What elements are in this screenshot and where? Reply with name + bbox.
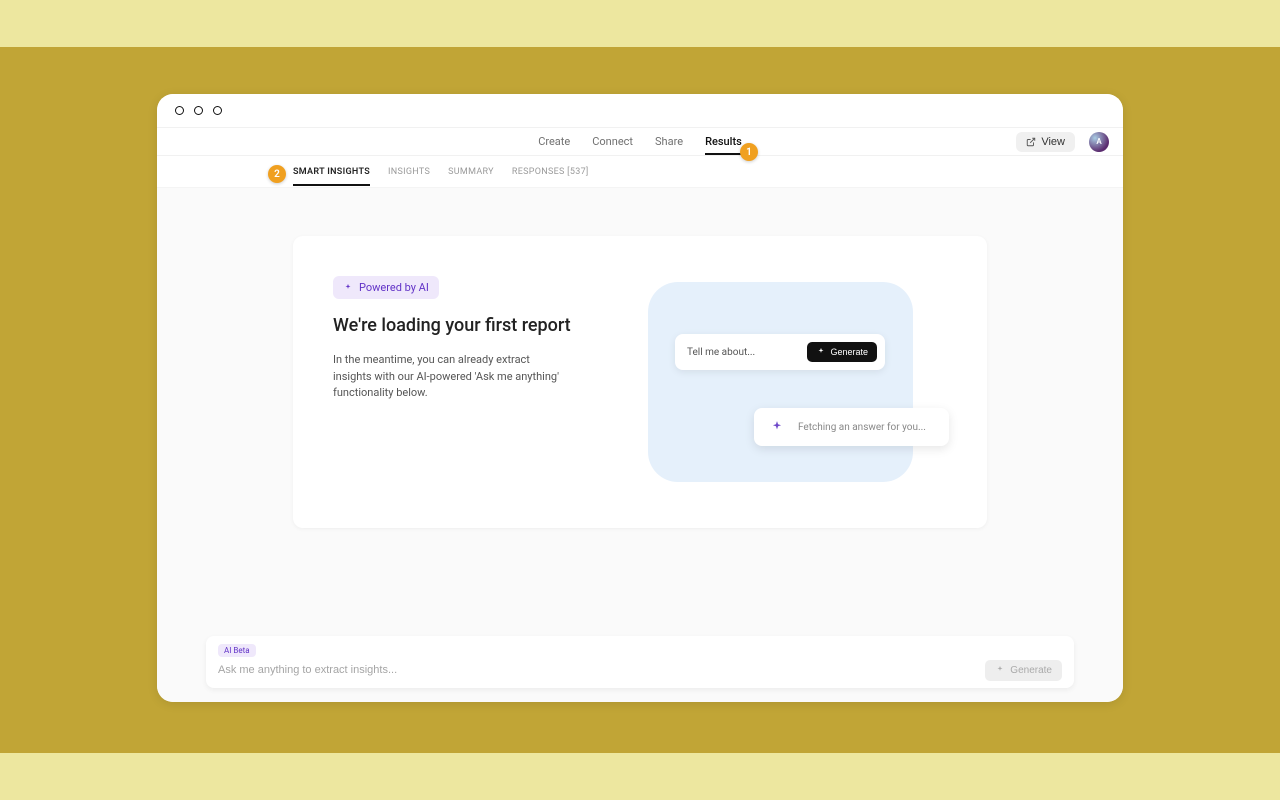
sub-nav: SMART INSIGHTS INSIGHTS SUMMARY RESPONSE… [157, 156, 1123, 188]
external-link-icon [1026, 137, 1036, 147]
illustration-generate-label: Generate [830, 347, 868, 357]
subtab-insights[interactable]: INSIGHTS [388, 159, 430, 185]
window-controls [175, 106, 222, 115]
window-control-max[interactable] [213, 106, 222, 115]
subtab-smart-insights[interactable]: SMART INSIGHTS [293, 159, 370, 185]
sparkle-icon [770, 420, 784, 434]
avatar[interactable]: A [1089, 132, 1109, 152]
top-nav: Create Connect Share Results View A [157, 127, 1123, 156]
avatar-letter: A [1096, 137, 1101, 146]
sparkle-icon [816, 347, 826, 357]
illustration-generate-button[interactable]: Generate [807, 342, 877, 362]
sparkle-icon [343, 283, 353, 293]
illustration-bg [648, 282, 913, 482]
illustration-prompt-text: Tell me about... [687, 347, 797, 358]
illustration-fetching-text: Fetching an answer for you... [798, 422, 926, 433]
card-title: We're loading your first report [333, 315, 613, 336]
view-button[interactable]: View [1016, 132, 1075, 152]
card-body: In the meantime, you can already extract… [333, 352, 563, 402]
generate-button-label: Generate [1010, 665, 1052, 676]
sparkle-icon [995, 665, 1005, 675]
ask-input[interactable] [218, 664, 985, 676]
card-left: Powered by AI We're loading your first r… [333, 276, 613, 488]
tab-share[interactable]: Share [655, 129, 683, 154]
top-nav-tabs: Create Connect Share Results [538, 129, 742, 154]
card-illustration: Tell me about... Generate Fetching an an… [613, 276, 947, 488]
app-window: Create Connect Share Results View A SMAR… [157, 94, 1123, 702]
tab-connect[interactable]: Connect [592, 129, 633, 154]
view-button-label: View [1041, 136, 1065, 148]
generate-button[interactable]: Generate [985, 660, 1062, 681]
content-area: Powered by AI We're loading your first r… [157, 188, 1123, 702]
ai-badge: Powered by AI [333, 276, 439, 299]
subtab-responses[interactable]: RESPONSES [537] [512, 159, 589, 185]
tab-results[interactable]: Results [705, 129, 742, 154]
ai-beta-badge: AI Beta [218, 644, 256, 657]
illustration-prompt-row: Tell me about... Generate [675, 334, 885, 370]
window-control-min[interactable] [194, 106, 203, 115]
callout-2: 2 [268, 165, 286, 183]
ask-bar: AI Beta Generate [206, 636, 1074, 688]
loading-report-card: Powered by AI We're loading your first r… [293, 236, 987, 528]
subtab-summary[interactable]: SUMMARY [448, 159, 494, 185]
tab-create[interactable]: Create [538, 129, 570, 154]
window-control-close[interactable] [175, 106, 184, 115]
callout-1: 1 [740, 143, 758, 161]
illustration-fetching-row: Fetching an answer for you... [754, 408, 949, 446]
ai-badge-label: Powered by AI [359, 281, 429, 294]
window-titlebar [157, 94, 1123, 127]
